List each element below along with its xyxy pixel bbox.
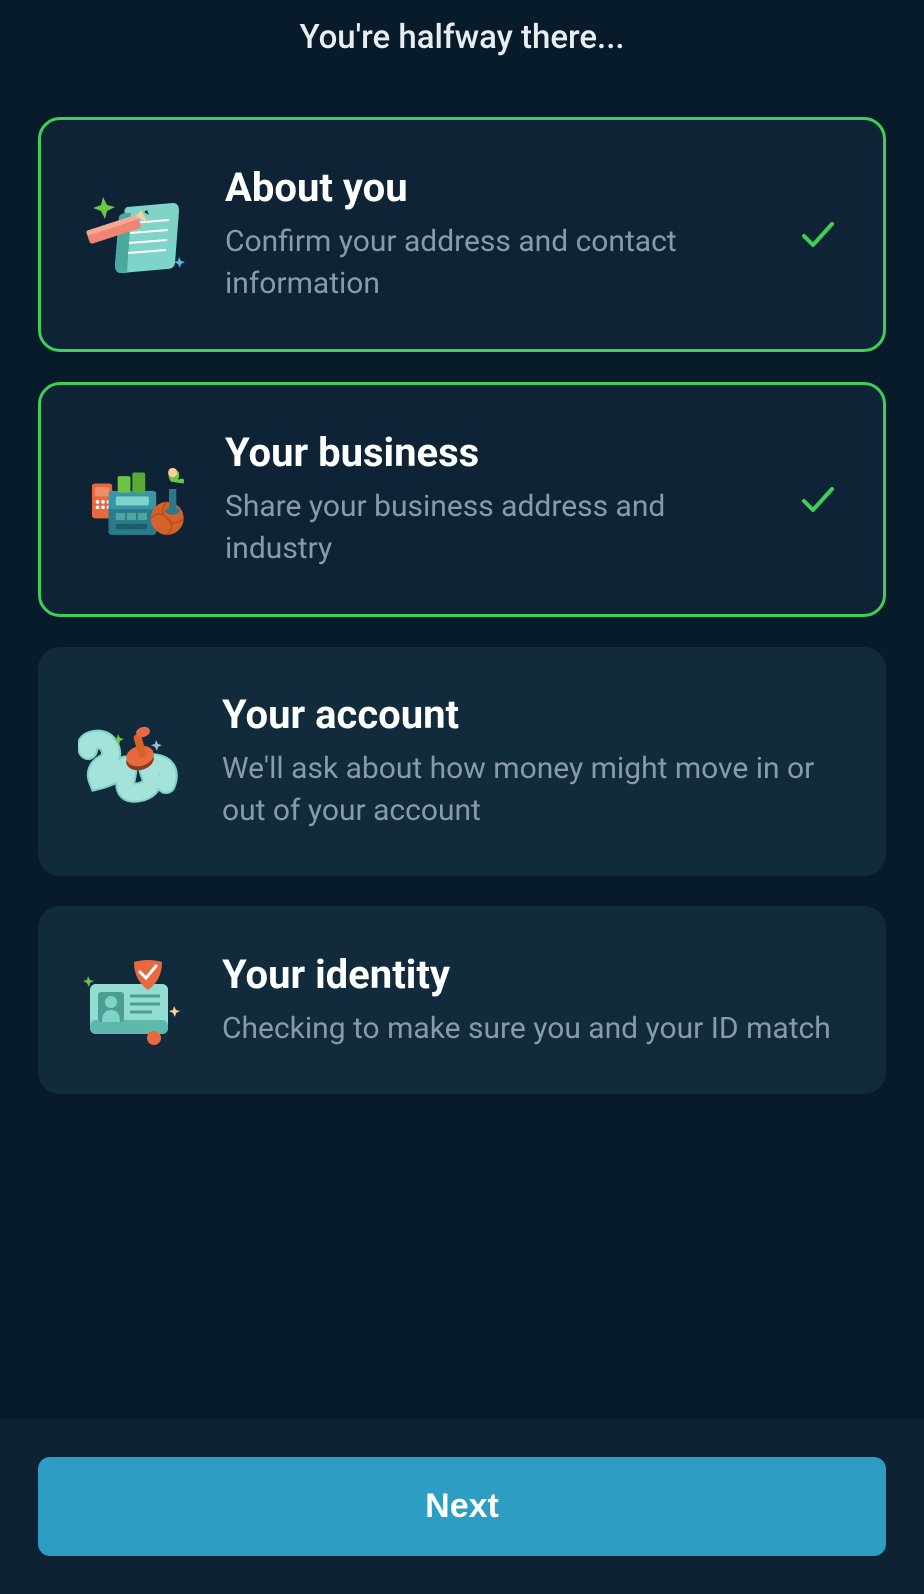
step-about-you[interactable]: About you Confirm your address and conta… xyxy=(38,117,886,352)
id-card-shield-icon xyxy=(78,950,188,1050)
office-supplies-icon xyxy=(81,450,191,550)
step-content: Your business Share your business addres… xyxy=(225,429,759,570)
page-title: You're halfway there... xyxy=(0,18,924,57)
checkmark-icon xyxy=(793,475,843,525)
step-title: Your account xyxy=(222,691,846,738)
step-content: Your account We'll ask about how money m… xyxy=(222,691,846,832)
step-your-account[interactable]: Your account We'll ask about how money m… xyxy=(38,647,886,876)
steps-list: About you Confirm your address and conta… xyxy=(0,117,924,1094)
step-your-business[interactable]: Your business Share your business addres… xyxy=(38,382,886,617)
next-button[interactable]: Next xyxy=(38,1457,886,1556)
step-description: Checking to make sure you and your ID ma… xyxy=(222,1008,846,1050)
step-your-identity[interactable]: Your identity Checking to make sure you … xyxy=(38,906,886,1094)
footer-bar: Next xyxy=(0,1419,924,1594)
page-header: You're halfway there... xyxy=(0,0,924,117)
step-content: About you Confirm your address and conta… xyxy=(225,164,759,305)
step-title: Your identity xyxy=(222,951,846,998)
step-description: Share your business address and industry xyxy=(225,486,759,570)
step-title: About you xyxy=(225,164,759,211)
step-content: Your identity Checking to make sure you … xyxy=(222,951,846,1050)
step-title: Your business xyxy=(225,429,759,476)
step-description: Confirm your address and contact informa… xyxy=(225,221,759,305)
ribbon-stamp-icon xyxy=(78,712,188,812)
step-description: We'll ask about how money might move in … xyxy=(222,748,846,832)
notepad-pencil-icon xyxy=(81,185,191,285)
checkmark-icon xyxy=(793,210,843,260)
